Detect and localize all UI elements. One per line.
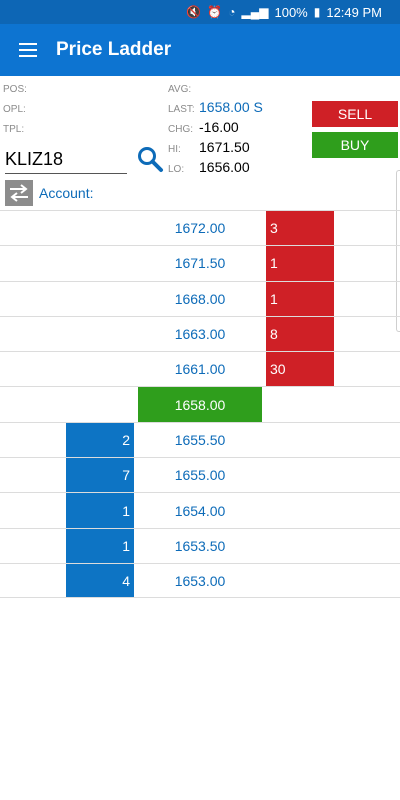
- price-cell[interactable]: 1661.00: [138, 352, 262, 386]
- battery-level: 100%: [274, 4, 308, 20]
- chg-value: -16.00: [199, 119, 239, 135]
- pos-label: POS:: [3, 84, 27, 95]
- ladder-row: 1658.00: [0, 386, 400, 422]
- price-ladder: 1672.00 3 1671.50 1 1668.00 1 1663.00 8 1661.00 3…: [0, 210, 400, 599]
- alarm-icon: ⏰: [207, 5, 223, 19]
- price-cell[interactable]: 1653.50: [138, 529, 262, 563]
- price-cell[interactable]: 1671.50: [138, 246, 262, 280]
- price-cell[interactable]: 1655.50: [138, 423, 262, 457]
- price-cell[interactable]: 1654.00: [138, 493, 262, 527]
- account-label: Account:: [39, 185, 94, 201]
- buy-button[interactable]: BUY: [312, 132, 398, 158]
- last-price-cell[interactable]: 1658.00: [138, 387, 262, 422]
- bid-size-cell[interactable]: 7: [66, 458, 134, 493]
- ladder-row: 1663.00 8: [0, 315, 400, 352]
- signal-icon: ▂▄▆: [241, 5, 269, 19]
- hi-label: HI:: [168, 144, 181, 155]
- ladder-row: 1671.50 1: [0, 245, 400, 281]
- ask-size-cell[interactable]: 1: [266, 246, 334, 281]
- hi-value: 1671.50: [199, 139, 250, 155]
- symbol-input[interactable]: KLIZ18: [5, 147, 127, 174]
- hamburger-icon[interactable]: [0, 24, 56, 76]
- battery-icon: ▮: [313, 5, 321, 19]
- tpl-label: TPL:: [3, 124, 25, 135]
- avg-label: AVG:: [168, 84, 192, 95]
- ask-size-cell[interactable]: 8: [266, 316, 334, 352]
- ladder-row: 4 1653.00: [0, 562, 400, 599]
- lo-label: LO:: [168, 164, 185, 175]
- price-cell[interactable]: 1668.00: [138, 282, 262, 316]
- ask-size-cell[interactable]: 1: [266, 281, 334, 316]
- ladder-row: 1672.00 3: [0, 210, 400, 246]
- ladder-row: 7 1655.00: [0, 457, 400, 493]
- ladder-row: 1668.00 1: [0, 280, 400, 316]
- bid-size-cell[interactable]: 4: [66, 563, 134, 598]
- chg-label: CHG:: [168, 124, 193, 135]
- clock: 12:49 PM: [326, 4, 382, 20]
- price-cell[interactable]: 1655.00: [138, 458, 262, 492]
- ladder-row: 1661.00 30: [0, 351, 400, 387]
- status-bar: 🔇 ⏰ ◔ ▂▄▆ 100% ▮ 12:49 PM: [0, 0, 400, 24]
- lo-value: 1656.00: [199, 159, 250, 175]
- price-cell[interactable]: 1672.00: [138, 211, 262, 245]
- search-icon[interactable]: [136, 145, 164, 173]
- price-cell[interactable]: 1663.00: [138, 317, 262, 351]
- last-value: 1658.00 S: [199, 99, 263, 115]
- ladder-row: 1 1653.50: [0, 527, 400, 563]
- swap-arrows-icon[interactable]: [5, 180, 33, 206]
- bid-size-cell[interactable]: 1: [66, 528, 134, 563]
- opl-label: OPL:: [3, 104, 26, 115]
- account-selector[interactable]: Account:: [5, 180, 93, 206]
- ask-size-cell[interactable]: 30: [266, 352, 334, 387]
- mute-icon: 🔇: [186, 5, 202, 19]
- price-cell[interactable]: 1653.00: [138, 564, 262, 597]
- last-label: LAST:: [168, 104, 195, 115]
- ask-size-cell[interactable]: 3: [266, 211, 334, 246]
- ladder-row: 2 1655.50: [0, 421, 400, 458]
- bid-size-cell[interactable]: 2: [66, 422, 134, 458]
- sell-button[interactable]: SELL: [312, 101, 398, 127]
- bid-size-cell[interactable]: 1: [66, 493, 134, 528]
- page-title: Price Ladder: [56, 39, 172, 60]
- wifi-icon: ◔: [228, 5, 236, 19]
- app-bar: Price Ladder: [0, 24, 400, 76]
- ladder-row: 1 1654.00: [0, 492, 400, 528]
- instrument-info-panel: POS: OPL: TPL: AVG: LAST: 1658.00 S CHG:…: [0, 76, 400, 210]
